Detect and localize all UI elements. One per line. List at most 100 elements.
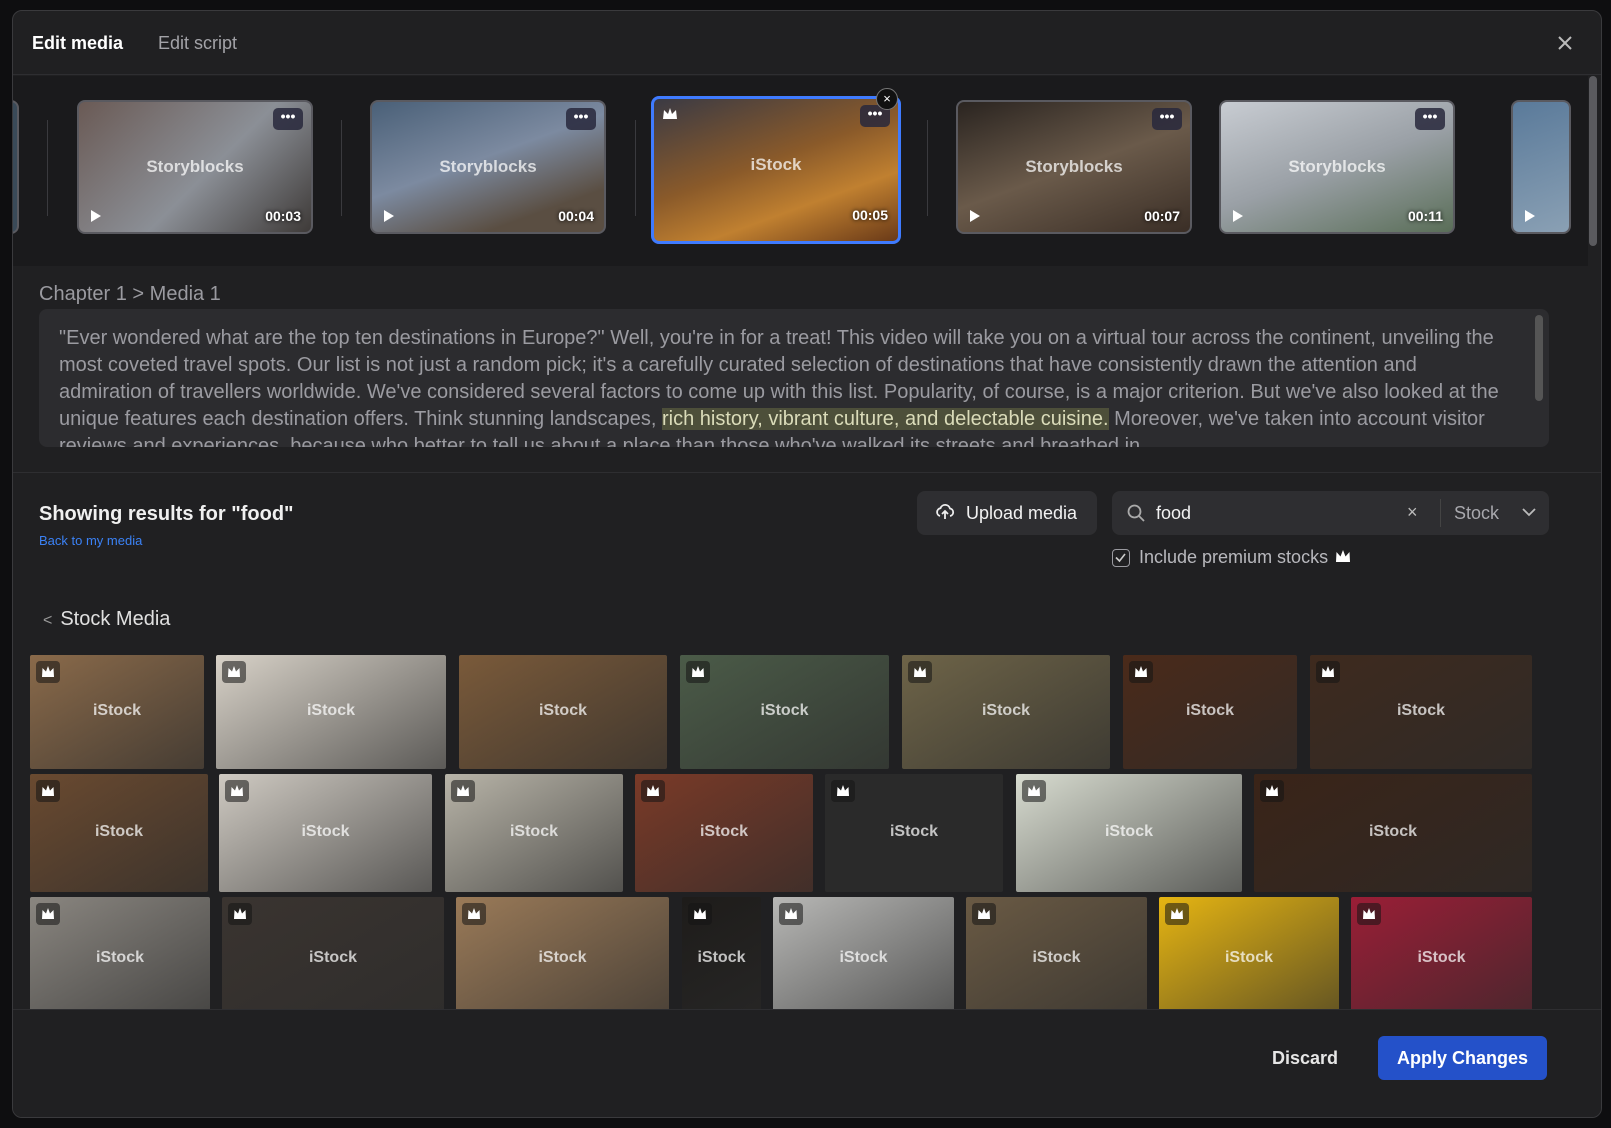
stock-watermark: iStock xyxy=(92,702,141,719)
play-icon[interactable] xyxy=(970,210,980,222)
more-options-button[interactable]: ••• xyxy=(566,108,596,130)
stock-watermark: iStock xyxy=(1104,823,1153,840)
stock-tile[interactable]: iStock xyxy=(456,897,669,1019)
timeline-thumb-4[interactable]: Storyblocks ••• 00:07 xyxy=(956,100,1192,234)
breadcrumb: Chapter 1 > Media 1 xyxy=(39,283,221,306)
timeline-thumb-partial-left[interactable] xyxy=(13,100,19,234)
script-scrollbar[interactable] xyxy=(1535,315,1543,401)
play-icon[interactable] xyxy=(384,210,394,222)
stock-watermark: iStock xyxy=(839,949,888,966)
more-options-button[interactable]: ••• xyxy=(1415,108,1445,130)
stock-tile[interactable]: iStock xyxy=(1310,655,1532,769)
crown-icon xyxy=(36,661,60,683)
stock-tile[interactable]: iStock xyxy=(680,655,889,769)
cloud-upload-icon xyxy=(936,504,955,519)
tab-edit-media[interactable]: Edit media xyxy=(32,33,123,54)
stock-tile[interactable]: iStock xyxy=(222,897,444,1019)
stock-tile[interactable]: iStock xyxy=(1123,655,1297,769)
more-options-button[interactable]: ••• xyxy=(1152,108,1182,130)
crown-icon xyxy=(686,661,710,683)
crown-icon xyxy=(1129,661,1153,683)
stock-tile[interactable]: iStock xyxy=(1351,897,1532,1019)
stock-tile[interactable]: iStock xyxy=(635,774,813,892)
stock-media-title[interactable]: < Stock Media xyxy=(43,608,170,631)
play-icon[interactable] xyxy=(1525,210,1535,222)
stock-watermark: iStock xyxy=(1368,823,1417,840)
stock-tile[interactable]: iStock xyxy=(30,655,204,769)
modal-header: Edit media Edit script xyxy=(13,11,1601,75)
stock-watermark: iStock xyxy=(509,823,558,840)
stock-watermark: iStock xyxy=(1032,949,1081,966)
stock-media-grid: iStock iStock iStock iStock iStock iStock iSto… xyxy=(13,653,1588,1019)
thumb-duration: 00:04 xyxy=(558,208,594,224)
check-icon xyxy=(1115,553,1126,563)
script-highlight: rich history, vibrant culture, and delec… xyxy=(662,408,1109,430)
thumb-watermark: iStock xyxy=(750,155,802,174)
crown-icon xyxy=(1260,780,1284,802)
stock-tile[interactable]: iStock xyxy=(902,655,1110,769)
timeline-thumb-1[interactable]: Storyblocks ••• 00:03 xyxy=(77,100,313,234)
crown-icon xyxy=(1022,780,1046,802)
modal-footer xyxy=(13,1009,1601,1117)
back-to-my-media-link[interactable]: Back to my media xyxy=(39,533,142,548)
crown-icon xyxy=(1165,903,1189,925)
crown-icon xyxy=(831,780,855,802)
crown-icon xyxy=(462,903,486,925)
play-icon[interactable] xyxy=(91,210,101,222)
crown-icon xyxy=(972,903,996,925)
script-text: "Ever wondered what are the top ten dest… xyxy=(59,325,1509,447)
stock-tile[interactable]: iStock xyxy=(219,774,432,892)
stock-watermark: iStock xyxy=(538,949,587,966)
script-text-box[interactable]: "Ever wondered what are the top ten dest… xyxy=(39,309,1549,447)
crown-icon xyxy=(228,903,252,925)
remove-media-button[interactable]: × xyxy=(876,88,898,110)
play-icon[interactable] xyxy=(1233,210,1243,222)
crown-icon xyxy=(36,780,60,802)
stock-watermark: iStock xyxy=(1396,702,1445,719)
breadcrumb-chapter[interactable]: Chapter 1 xyxy=(39,283,127,305)
source-select[interactable]: Stock xyxy=(1454,503,1499,524)
breadcrumb-separator: > xyxy=(132,283,145,305)
more-options-button[interactable]: ••• xyxy=(273,108,303,130)
stock-tile[interactable]: iStock xyxy=(1254,774,1532,892)
stock-tile[interactable]: iStock xyxy=(30,897,210,1019)
discard-button[interactable]: Discard xyxy=(1272,1048,1338,1069)
media-timeline: Storyblocks ••• 00:03 Storyblocks ••• 00… xyxy=(13,76,1588,266)
edit-media-modal: Edit media Edit script Storyblocks ••• 0… xyxy=(12,10,1602,1118)
close-icon[interactable] xyxy=(1555,33,1575,53)
crown-icon xyxy=(1316,661,1340,683)
clear-search-button[interactable]: × xyxy=(1407,502,1418,523)
apply-changes-button[interactable]: Apply Changes xyxy=(1378,1036,1547,1080)
crown-icon xyxy=(1336,550,1350,562)
stock-tile[interactable]: iStock xyxy=(459,655,667,769)
stock-tile[interactable]: iStock xyxy=(445,774,623,892)
stock-tile[interactable]: iStock xyxy=(1016,774,1242,892)
stock-watermark: iStock xyxy=(889,823,938,840)
chevron-down-icon[interactable] xyxy=(1521,505,1537,519)
crown-icon xyxy=(225,780,249,802)
stock-watermark: iStock xyxy=(1185,702,1234,719)
stock-tile[interactable]: iStock xyxy=(682,897,761,1019)
tab-edit-script[interactable]: Edit script xyxy=(158,33,237,54)
timeline-thumb-2[interactable]: Storyblocks ••• 00:04 xyxy=(370,100,606,234)
stock-watermark: iStock xyxy=(308,949,357,966)
upload-media-label: Upload media xyxy=(966,503,1078,523)
stock-watermark: iStock xyxy=(981,702,1030,719)
premium-label: Include premium stocks xyxy=(1139,547,1329,567)
search-input[interactable]: food xyxy=(1156,503,1191,524)
crown-icon xyxy=(641,780,665,802)
timeline-thumb-partial-right[interactable] xyxy=(1511,100,1571,234)
crown-icon xyxy=(779,903,803,925)
upload-media-button[interactable]: Upload media xyxy=(917,491,1097,535)
stock-tile[interactable]: iStock xyxy=(1159,897,1339,1019)
timeline-thumb-3-selected[interactable]: iStock ••• 00:05 xyxy=(651,96,901,244)
premium-checkbox[interactable] xyxy=(1112,549,1130,567)
stock-tile[interactable]: iStock xyxy=(30,774,208,892)
stock-tile[interactable]: iStock xyxy=(966,897,1147,1019)
stock-tile[interactable]: iStock xyxy=(216,655,446,769)
timeline-separator xyxy=(927,120,928,216)
modal-scrollbar[interactable] xyxy=(1589,76,1597,246)
timeline-thumb-5[interactable]: Storyblocks ••• 00:11 xyxy=(1219,100,1455,234)
stock-tile[interactable]: iStock xyxy=(773,897,954,1019)
stock-tile[interactable]: iStock xyxy=(825,774,1003,892)
